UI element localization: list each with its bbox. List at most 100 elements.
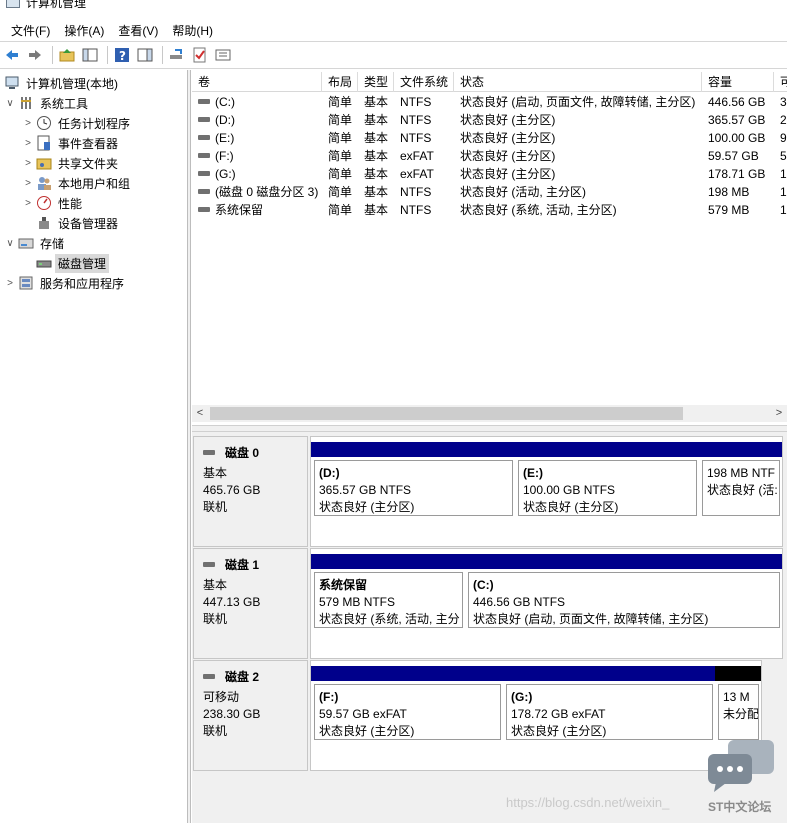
chevron-right-icon[interactable]: > xyxy=(22,178,34,189)
column-header-layout[interactable]: 布局 xyxy=(322,72,358,92)
scrollbar-thumb[interactable] xyxy=(210,407,683,420)
table-row[interactable]: 系统保留 简单 基本 NTFS 状态良好 (系统, 活动, 主分区) 579 M… xyxy=(192,201,787,219)
partition[interactable]: (G:) 178.72 GB exFAT 状态良好 (主分区) xyxy=(503,661,715,772)
scroll-right-icon[interactable]: > xyxy=(771,405,787,422)
status-cell: 状态良好 (系统, 活动, 主分区) xyxy=(460,203,617,217)
partition-size: 198 MB NTF xyxy=(707,466,776,480)
chevron-right-icon[interactable]: > xyxy=(22,158,34,169)
tree-item-system-tools[interactable]: ∨ 系统工具 xyxy=(4,93,91,113)
disk-info[interactable]: 磁盘 0 基本 465.76 GB 联机 xyxy=(193,436,308,547)
tree-item-computer-management[interactable]: 计算机管理(本地) xyxy=(2,73,121,93)
table-row[interactable]: (C:) 简单 基本 NTFS 状态良好 (启动, 页面文件, 故障转储, 主分… xyxy=(192,93,787,111)
tree-item-storage[interactable]: ∨ 存储 xyxy=(4,233,67,253)
partition-strip: 系统保留 579 MB NTFS 状态良好 (系统, 活动, 主分 (C:) 4… xyxy=(310,548,783,659)
pane-splitter[interactable] xyxy=(187,70,191,823)
scroll-left-icon[interactable]: < xyxy=(192,405,208,422)
partition[interactable]: 198 MB NTF 状态良好 (活: xyxy=(699,437,782,548)
tree-item-performance[interactable]: > 性能 xyxy=(22,193,85,213)
disk-row[interactable]: 磁盘 1 基本 447.13 GB 联机 系统保留 579 MB NTFS 状态… xyxy=(192,548,787,659)
chevron-down-icon[interactable]: ∨ xyxy=(4,98,16,109)
show-hide-tree-icon[interactable] xyxy=(80,45,100,65)
properties-icon[interactable] xyxy=(213,45,233,65)
capacity-cell: 579 MB xyxy=(708,203,750,217)
partition-name: (D:) xyxy=(319,466,340,480)
table-row[interactable]: (E:) 简单 基本 NTFS 状态良好 (主分区) 100.00 GB 9 xyxy=(192,129,787,147)
free-cell: 1 xyxy=(780,167,787,181)
volume-cell: (C:) xyxy=(192,93,322,111)
partition-bar xyxy=(311,442,515,457)
column-header-volume[interactable]: 卷 xyxy=(192,72,322,92)
menu-action[interactable]: 操作(A) xyxy=(57,22,111,39)
volume-list-header: 卷 布局 类型 文件系统 状态 容量 可 xyxy=(192,72,787,92)
tree-item-local-users[interactable]: > 本地用户和组 xyxy=(22,173,133,193)
chevron-right-icon[interactable]: > xyxy=(22,198,34,209)
chevron-down-icon[interactable]: ∨ xyxy=(4,238,16,249)
horizontal-scrollbar[interactable]: < > xyxy=(192,405,787,422)
tree-item-services-apps[interactable]: > 服务和应用程序 xyxy=(4,273,127,293)
chevron-right-icon[interactable]: > xyxy=(22,118,34,129)
volume-cell: (E:) xyxy=(192,129,322,147)
back-arrow-icon[interactable] xyxy=(2,45,22,65)
tree-item-device-manager[interactable]: 设备管理器 xyxy=(34,213,121,233)
disk-size: 465.76 GB xyxy=(203,483,261,497)
title-bar: 计算机管理 xyxy=(0,0,787,16)
partition[interactable]: (E:) 100.00 GB NTFS 状态良好 (主分区) xyxy=(515,437,699,548)
help-icon[interactable]: ? xyxy=(112,45,132,65)
column-header-free[interactable]: 可 xyxy=(774,72,787,92)
column-header-filesystem[interactable]: 文件系统 xyxy=(394,72,454,92)
disk-icon xyxy=(203,562,215,567)
tree-item-disk-management[interactable]: 磁盘管理 xyxy=(34,253,110,273)
disk-type: 基本 xyxy=(203,466,228,480)
tree-item-event-viewer[interactable]: > 事件查看器 xyxy=(22,133,121,153)
partition[interactable]: (F:) 59.57 GB exFAT 状态良好 (主分区) xyxy=(311,661,503,772)
disk-size: 447.13 GB xyxy=(203,595,261,609)
table-row[interactable]: (G:) 简单 基本 exFAT 状态良好 (主分区) 178.71 GB 1 xyxy=(192,165,787,183)
connect-drive-icon[interactable] xyxy=(167,45,187,65)
tree-item-label: 本地用户和组 xyxy=(58,176,131,191)
disk-info[interactable]: 磁盘 1 基本 447.13 GB 联机 xyxy=(193,548,308,659)
partition-size: 13 M xyxy=(723,690,750,704)
table-row[interactable]: (F:) 简单 基本 exFAT 状态良好 (主分区) 59.57 GB 5 xyxy=(192,147,787,165)
up-folder-icon[interactable] xyxy=(57,45,77,65)
disk-info[interactable]: 磁盘 2 可移动 238.30 GB 联机 xyxy=(193,660,308,771)
menu-help[interactable]: 帮助(H) xyxy=(165,22,220,39)
partition[interactable]: (D:) 365.57 GB NTFS 状态良好 (主分区) xyxy=(311,437,515,548)
disk-graphical-view: 磁盘 0 基本 465.76 GB 联机 (D:) 365.57 GB NTFS… xyxy=(192,432,787,823)
check-icon[interactable] xyxy=(190,45,210,65)
pane-splitter[interactable] xyxy=(192,425,787,432)
column-header-type[interactable]: 类型 xyxy=(358,72,394,92)
table-row[interactable]: (磁盘 0 磁盘分区 3) 简单 基本 NTFS 状态良好 (活动, 主分区) … xyxy=(192,183,787,201)
type-cell: 基本 xyxy=(364,95,389,109)
chevron-right-icon[interactable]: > xyxy=(4,278,16,289)
partition-status: 状态良好 (主分区) xyxy=(319,724,415,738)
chevron-right-icon[interactable]: > xyxy=(22,138,34,149)
partition[interactable]: 系统保留 579 MB NTFS 状态良好 (系统, 活动, 主分 xyxy=(311,549,465,660)
disk-row[interactable]: 磁盘 2 可移动 238.30 GB 联机 (F:) 59.57 GB exFA… xyxy=(192,660,787,771)
disk-row[interactable]: 磁盘 0 基本 465.76 GB 联机 (D:) 365.57 GB NTFS… xyxy=(192,436,787,547)
menu-file[interactable]: 文件(F) xyxy=(4,22,57,39)
menu-view[interactable]: 查看(V) xyxy=(111,22,165,39)
tree-item-label: 存储 xyxy=(40,236,65,251)
tree-item-task-scheduler[interactable]: > 任务计划程序 xyxy=(22,113,133,133)
partition-status: 状态良好 (活: xyxy=(707,483,778,497)
forward-arrow-icon[interactable] xyxy=(25,45,45,65)
partition-status: 状态良好 (系统, 活动, 主分 xyxy=(319,612,460,626)
drive-icon xyxy=(198,135,210,141)
action-pane-icon[interactable] xyxy=(135,45,155,65)
disk-icon xyxy=(203,674,215,679)
divider xyxy=(0,41,787,42)
partition[interactable]: (C:) 446.56 GB NTFS 状态良好 (启动, 页面文件, 故障转储… xyxy=(465,549,782,660)
watermark-brand: ST中文论坛 xyxy=(708,800,772,814)
drive-icon xyxy=(198,171,210,177)
tree-item-label: 计算机管理(本地) xyxy=(26,76,118,91)
volume-cell: (D:) xyxy=(192,111,322,129)
column-header-capacity[interactable]: 容量 xyxy=(702,72,774,92)
partition-bar xyxy=(311,666,503,681)
disk-status: 联机 xyxy=(203,612,228,626)
services-icon xyxy=(18,275,34,291)
column-header-status[interactable]: 状态 xyxy=(454,72,702,92)
tree-item-label: 磁盘管理 xyxy=(55,253,110,273)
table-row[interactable]: (D:) 简单 基本 NTFS 状态良好 (主分区) 365.57 GB 2 xyxy=(192,111,787,129)
partition-size: 100.00 GB NTFS xyxy=(523,483,616,497)
tree-item-shared-folders[interactable]: > 共享文件夹 xyxy=(22,153,121,173)
